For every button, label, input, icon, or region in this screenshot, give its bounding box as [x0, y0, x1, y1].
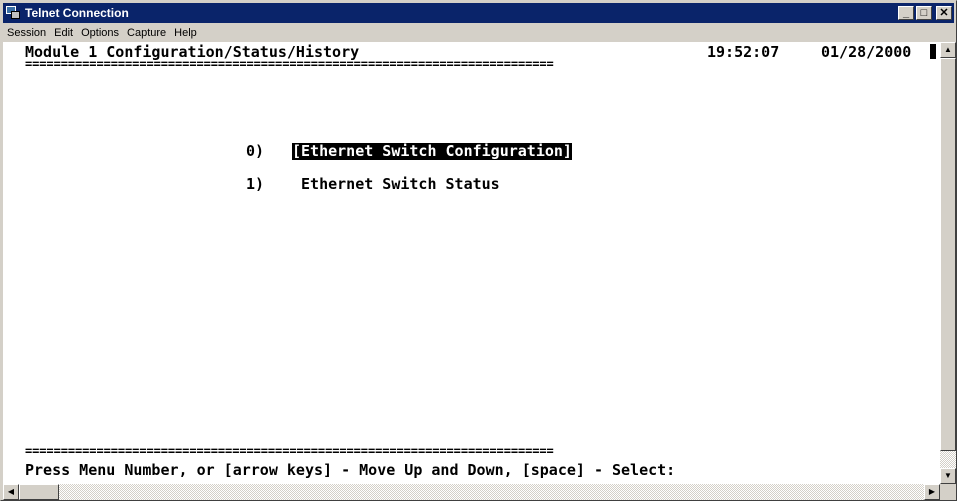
- arrow-up-icon[interactable]: ▲: [940, 42, 956, 58]
- menu-capture[interactable]: Capture: [123, 27, 170, 39]
- maximize-button[interactable]: □: [916, 6, 932, 20]
- close-button[interactable]: ✕: [936, 6, 952, 20]
- telnet-icon[interactable]: [5, 5, 21, 21]
- minimize-button[interactable]: _: [898, 6, 914, 20]
- menu-bar: Session Edit Options Capture Help: [3, 24, 954, 42]
- menu-help[interactable]: Help: [170, 27, 201, 39]
- header-separator: ========================================…: [25, 57, 554, 71]
- terminal-cursor: [930, 44, 936, 59]
- arrow-left-icon[interactable]: ◀: [3, 484, 19, 500]
- terminal-screen[interactable]: Module 1 Configuration/Status/History 19…: [3, 42, 940, 484]
- title-bar[interactable]: Telnet Connection _ □ ✕: [3, 3, 954, 23]
- vertical-scrollbar[interactable]: ▲ ▼: [940, 42, 956, 484]
- size-grip[interactable]: [940, 484, 956, 500]
- vertical-scroll-thumb[interactable]: [940, 58, 956, 451]
- menu-session[interactable]: Session: [3, 27, 50, 39]
- terminal-time: 19:52:07: [707, 43, 780, 61]
- menu-number-0: 0): [246, 142, 265, 160]
- arrow-right-icon[interactable]: ▶: [924, 484, 940, 500]
- horizontal-scroll-thumb[interactable]: [19, 484, 59, 500]
- menu-options[interactable]: Options: [77, 27, 123, 39]
- terminal-prompt: Press Menu Number, or [arrow keys] - Mov…: [25, 461, 676, 479]
- menu-item-ethernet-switch-status[interactable]: Ethernet Switch Status: [292, 176, 500, 193]
- menu-number-1: 1): [246, 175, 265, 193]
- arrow-down-icon[interactable]: ▼: [940, 468, 956, 484]
- menu-edit[interactable]: Edit: [50, 27, 77, 39]
- window-title: Telnet Connection: [25, 6, 129, 20]
- horizontal-scrollbar[interactable]: ◀ ▶: [3, 484, 940, 500]
- terminal-date: 01/28/2000: [821, 43, 912, 61]
- telnet-window: Telnet Connection _ □ ✕ Session Edit Opt…: [0, 0, 957, 501]
- menu-item-ethernet-switch-configuration[interactable]: [Ethernet Switch Configuration]: [292, 143, 572, 160]
- footer-separator: ========================================…: [25, 444, 554, 458]
